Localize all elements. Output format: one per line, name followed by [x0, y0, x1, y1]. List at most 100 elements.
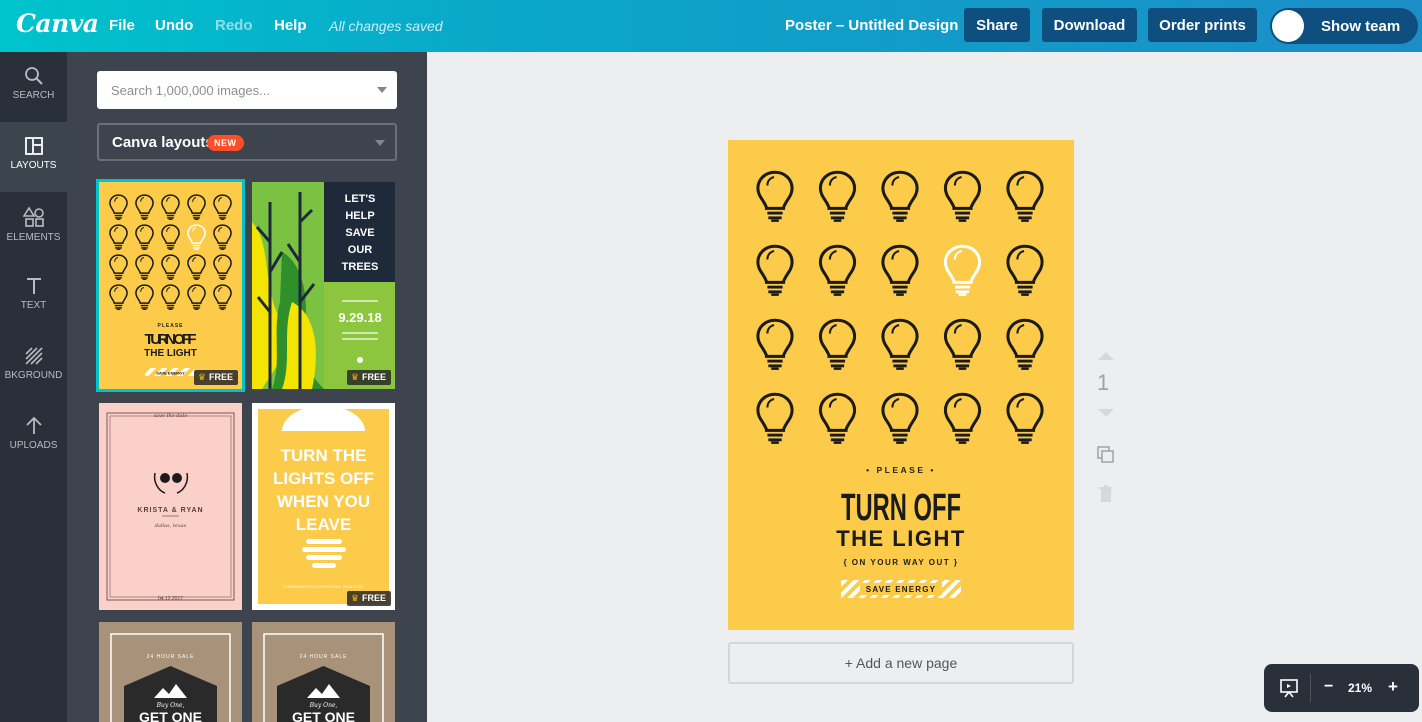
zoom-control: − 21% + — [1264, 664, 1419, 712]
template-sale-1[interactable]: 24 HOUR SALE Buy One, GET ONE — [99, 622, 242, 722]
sidebar-item-label: TEXT — [20, 300, 47, 311]
chevron-up-icon[interactable] — [1097, 349, 1115, 361]
bulb-icon — [161, 194, 180, 220]
present-icon[interactable] — [1279, 678, 1299, 698]
zoom-in-button[interactable]: + — [1388, 677, 1398, 697]
duplicate-page-icon[interactable] — [1096, 445, 1116, 465]
menu-help[interactable]: Help — [274, 17, 307, 34]
menu-file[interactable]: File — [109, 17, 135, 34]
bulb-icon — [881, 244, 919, 296]
bulb-icon — [1006, 244, 1044, 296]
bulb-icon — [818, 318, 857, 370]
bulb-icon — [187, 284, 206, 310]
chevron-down-icon[interactable] — [1097, 408, 1115, 420]
share-button[interactable]: Share — [964, 8, 1030, 42]
t2-line-5: TREES — [342, 261, 379, 273]
template-turn-off-light[interactable]: PLEASE TURN OFF THE LIGHT SAVE ENERGY ♛ F… — [96, 179, 245, 392]
layouts-dropdown[interactable]: Canva layouts NEW — [97, 123, 397, 161]
bulb-icon — [1006, 318, 1044, 370]
menu-undo[interactable]: Undo — [155, 17, 193, 34]
bulb-icon — [135, 224, 154, 250]
crown-icon: ♛ — [350, 372, 359, 382]
bulb-icon — [213, 284, 232, 310]
left-sidebar: SEARCH LAYOUTS ELEMENTS TEXT BKGROUND UP… — [0, 52, 67, 722]
sidebar-item-background[interactable]: BKGROUND — [0, 332, 67, 402]
add-page-button[interactable]: + Add a new page — [728, 642, 1074, 684]
bulb-icon — [161, 284, 180, 310]
sidebar-item-elements[interactable]: ELEMENTS — [0, 192, 67, 262]
bulb-icon — [881, 392, 919, 444]
canva-logo[interactable]: Canva — [16, 9, 99, 38]
show-team-toggle[interactable]: Show team — [1270, 8, 1418, 44]
template-artwork: LET'S HELP SAVE OUR TREES 9.29.18 — [252, 182, 395, 389]
t5-big: GET ONE — [139, 709, 202, 722]
new-badge: NEW — [207, 135, 244, 151]
t6-top: 24 HOUR SALE — [300, 654, 348, 660]
template-lights-off[interactable]: TURN THE LIGHTS OFF WHEN YOU LEAVE CONSE… — [252, 403, 395, 610]
template-artwork: TURN THE LIGHTS OFF WHEN YOU LEAVE CONSE… — [258, 405, 389, 604]
bulb-icon — [135, 194, 154, 220]
t6-big: GET ONE — [292, 709, 355, 722]
t2-line-3: SAVE — [345, 227, 374, 239]
t1-line1: TURN OFF — [145, 331, 197, 348]
save-status: All changes saved — [329, 18, 443, 34]
chevron-down-icon[interactable] — [377, 87, 387, 93]
t1-line2: THE LIGHT — [144, 348, 197, 359]
download-button[interactable]: Download — [1042, 8, 1137, 42]
document-title[interactable]: Poster – Untitled Design — [785, 17, 958, 34]
bulb-icon — [135, 254, 154, 280]
t6-mid: Buy One, — [309, 702, 338, 709]
layouts-icon — [24, 137, 43, 155]
t3-date: 04.12.2017 — [158, 596, 183, 602]
sidebar-item-uploads[interactable]: UPLOADS — [0, 402, 67, 472]
template-save-trees[interactable]: LET'S HELP SAVE OUR TREES 9.29.18 ♛ FREE — [252, 182, 395, 389]
template-sale-2[interactable]: 24 HOUR SALE Buy One, GET ONE — [252, 622, 395, 722]
design-page[interactable]: • PLEASE • TURN OFF THE LIGHT { ON YOUR … — [728, 140, 1074, 630]
template-save-the-date[interactable]: save the date KRISTA & RYAN dallas, texa… — [99, 403, 242, 610]
zoom-level[interactable]: 21% — [1348, 681, 1372, 695]
zoom-out-button[interactable]: − — [1324, 678, 1333, 696]
bulb-icon — [818, 170, 857, 222]
sidebar-item-text[interactable]: TEXT — [0, 262, 67, 332]
bulb-icon — [187, 254, 206, 280]
bulb-icon — [213, 194, 232, 220]
bulb-icon — [109, 254, 128, 280]
sidebar-item-label: UPLOADS — [9, 440, 58, 451]
t4-line-4: LEAVE — [296, 515, 351, 534]
t5-mid: Buy One, — [156, 702, 185, 709]
template-artwork: save the date KRISTA & RYAN dallas, texa… — [106, 412, 235, 602]
toggle-knob — [1272, 10, 1304, 42]
lit-bulb-icon — [187, 224, 206, 250]
poster-sub: { ON YOUR WAY OUT } — [843, 558, 958, 567]
t4-footer: CONSERVATION IS CONTAGIOUS. PASS IT ON. — [283, 585, 363, 589]
search-icon — [24, 67, 43, 85]
t3-place: dallas, texas — [155, 523, 187, 529]
t1-please: PLEASE — [157, 323, 183, 329]
order-prints-button[interactable]: Order prints — [1148, 8, 1257, 42]
trash-icon[interactable] — [1098, 485, 1114, 503]
template-artwork: 24 HOUR SALE Buy One, GET ONE — [110, 633, 231, 722]
top-bar: Canva File Undo Redo Help All changes sa… — [0, 0, 1422, 52]
t4-line-2: LIGHTS OFF — [273, 469, 374, 488]
bulb-icon — [213, 224, 232, 250]
crown-icon: ♛ — [197, 372, 206, 382]
bulb-icon — [161, 224, 180, 250]
bulb-icon — [881, 170, 919, 222]
page-number: 1 — [1097, 370, 1110, 395]
image-search-box[interactable] — [97, 71, 397, 109]
sidebar-item-search[interactable]: SEARCH — [0, 52, 67, 122]
sidebar-item-layouts[interactable]: LAYOUTS — [0, 122, 67, 192]
bulb-icon — [881, 318, 919, 370]
t2-line-4: OUR — [348, 244, 373, 256]
bulb-icon — [943, 318, 982, 370]
divider — [1310, 674, 1311, 702]
lit-bulb-icon — [943, 244, 982, 296]
bulb-icon — [818, 244, 857, 296]
search-input[interactable] — [111, 71, 371, 109]
t1-save: SAVE ENERGY — [156, 371, 185, 376]
upload-icon — [25, 416, 42, 434]
elements-icon — [22, 206, 44, 227]
sidebar-item-label: SEARCH — [12, 90, 55, 101]
menu-redo[interactable]: Redo — [215, 17, 253, 34]
bulb-icon — [1006, 170, 1044, 222]
